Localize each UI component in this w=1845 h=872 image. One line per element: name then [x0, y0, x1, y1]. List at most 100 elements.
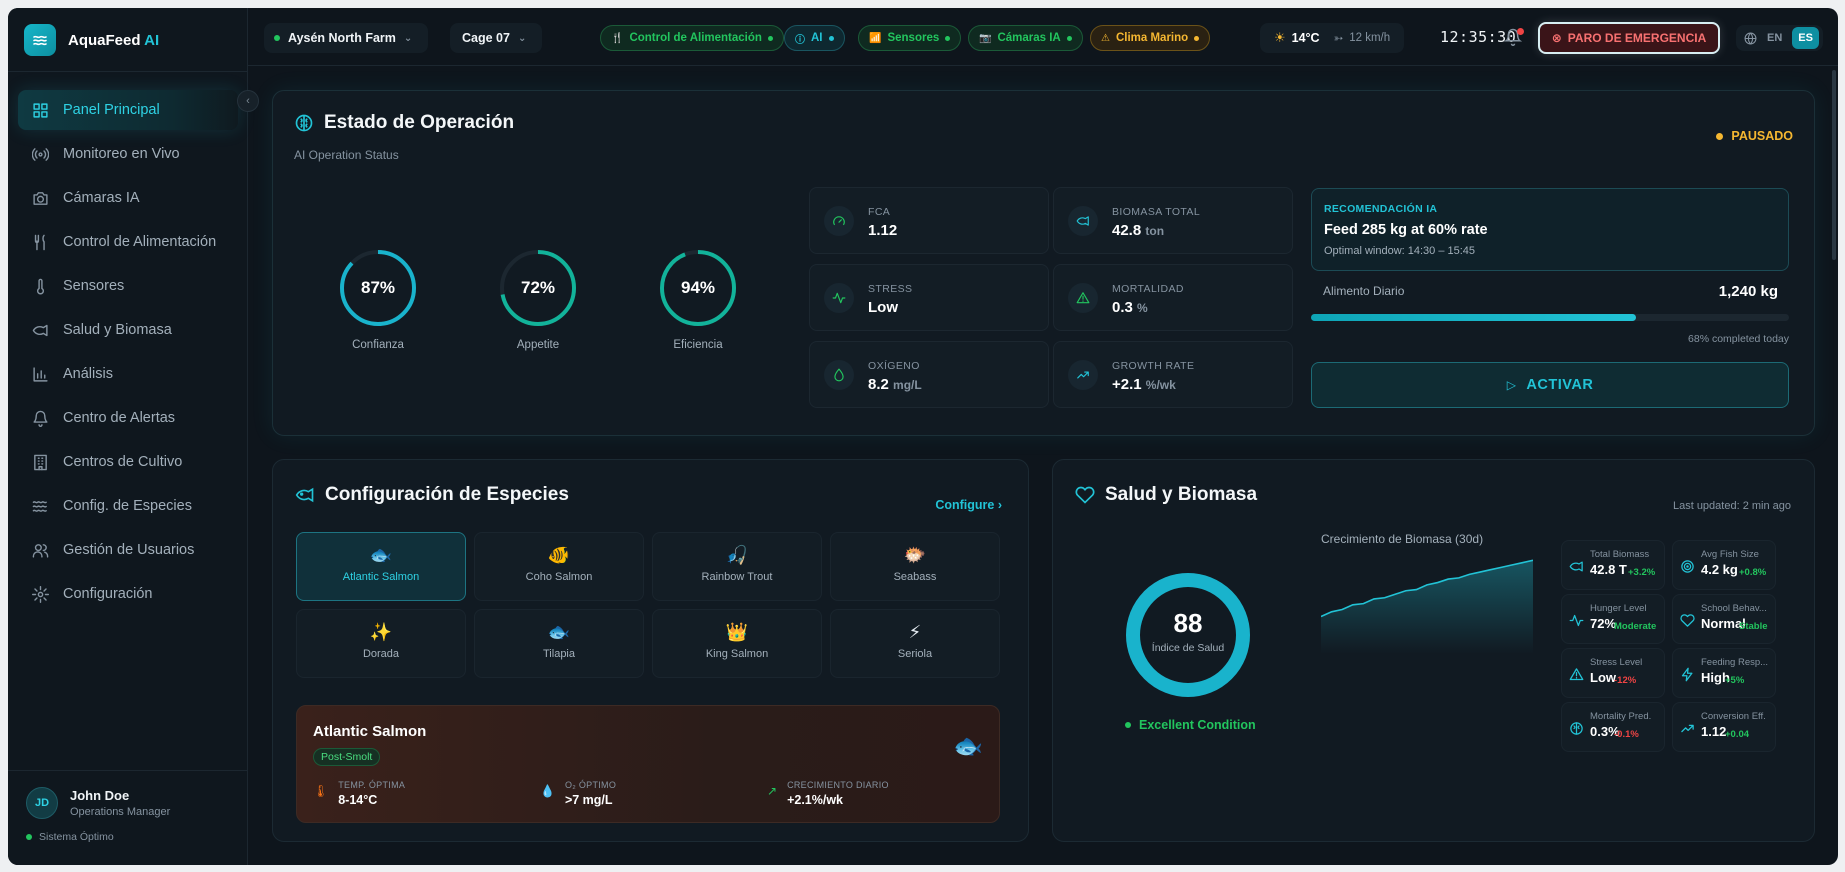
lang-es[interactable]: ES	[1792, 27, 1819, 49]
sidebar-item-panel-principal[interactable]: Panel Principal	[18, 90, 238, 130]
progress-fill	[1311, 314, 1637, 321]
health-title-text: Salud y Biomasa	[1105, 484, 1258, 505]
cage-selector[interactable]: Cage 07 ⌄	[450, 23, 542, 53]
notifications-button[interactable]	[1503, 28, 1524, 48]
sidebar-item-monitoreo-en-vivo[interactable]: Monitoreo en Vivo	[18, 134, 238, 174]
language-switcher: EN ES	[1736, 25, 1823, 51]
daily-feed-progress	[1311, 314, 1789, 321]
metric-stress: STRESS Low	[809, 264, 1049, 331]
metric-icon-wrap	[1068, 283, 1098, 313]
sidebar-item-c-maras-ia[interactable]: Cámaras IA	[18, 178, 238, 218]
health-stat-change: +0.8%	[1739, 567, 1767, 578]
warning-icon	[1076, 292, 1090, 304]
health-stat-icon-wrap	[1569, 721, 1585, 737]
species-option-dorada[interactable]: ✨ Dorada	[296, 609, 466, 678]
user-panel: JD John Doe Operations Manager Sistema Ó…	[8, 770, 248, 859]
sidebar-item-label: Análisis	[63, 366, 113, 382]
sidebar-item-control-de-alimentaci-n[interactable]: Control de Alimentación	[18, 222, 238, 262]
species-icon: 🐠	[547, 545, 571, 565]
sidebar-item-gesti-n-de-usuarios[interactable]: Gestión de Usuarios	[18, 530, 238, 570]
sidebar-item-centros-de-cultivo[interactable]: Centros de Cultivo	[18, 442, 238, 482]
species-option-tilapia[interactable]: 🐟 Tilapia	[474, 609, 644, 678]
status-text: PAUSADO	[1731, 129, 1793, 143]
sidebar-item-label: Cámaras IA	[63, 190, 140, 206]
species-option-coho-salmon[interactable]: 🐠 Coho Salmon	[474, 532, 644, 601]
metric-label: BIOMASA TOTAL	[1112, 206, 1201, 218]
recommendation-message: Feed 285 kg at 60% rate	[1324, 222, 1488, 238]
pill-icon: 🍴	[611, 32, 624, 44]
notification-badge	[1517, 28, 1524, 35]
play-icon: ▷	[1506, 378, 1517, 392]
activate-button[interactable]: ▷ ACTIVAR	[1311, 362, 1789, 408]
species-name: Seabass	[893, 571, 937, 583]
health-stat-feeding-resp: Feeding Resp... High +5%	[1672, 648, 1776, 698]
status-pill-c-maras-ia[interactable]: 📷 Cámaras IA	[968, 25, 1083, 51]
status-pill-sensores[interactable]: 📶 Sensores	[858, 25, 962, 51]
species-option-rainbow-trout[interactable]: 🎣 Rainbow Trout	[652, 532, 822, 601]
sidebar-item-an-lisis[interactable]: Análisis	[18, 354, 238, 394]
gauge-value: 94%	[680, 278, 716, 297]
pill-dot	[1194, 35, 1200, 41]
collapse-sidebar-button[interactable]: ‹	[237, 90, 259, 112]
operation-title: Estado de Operación	[294, 112, 514, 134]
species-option-king-salmon[interactable]: 👑 King Salmon	[652, 609, 822, 678]
weather-widget[interactable]: ☀ 14°C ➳ 12 km/h	[1260, 23, 1404, 53]
status-pill-clima-marino[interactable]: ⚠ Clima Marino	[1090, 25, 1211, 51]
operation-subtitle: AI Operation Status	[294, 148, 399, 162]
brain-icon	[295, 114, 313, 132]
sidebar-item-salud-y-biomasa[interactable]: Salud y Biomasa	[18, 310, 238, 350]
health-index-value: 88	[1173, 608, 1203, 638]
brand[interactable]: AquaFeed AI	[24, 24, 159, 56]
users-icon	[32, 543, 49, 558]
chevron-right-icon: ›	[997, 498, 1002, 512]
species-option-seabass[interactable]: 🐡 Seabass	[830, 532, 1000, 601]
health-stat-stress-level: Stress Level Low -12%	[1561, 648, 1665, 698]
status-dot	[1125, 722, 1131, 728]
stat-label: TEMP. ÓPTIMA	[338, 780, 406, 790]
health-stat-total-biomass: Total Biomass 42.8 T +3.2%	[1561, 540, 1665, 590]
species-option-seriola[interactable]: ⚡ Seriola	[830, 609, 1000, 678]
pill-dot	[767, 35, 773, 41]
stat-oxygen: 💧 O₂ ÓPTIMO >7 mg/L	[540, 780, 616, 807]
stat-value: >7 mg/L	[564, 793, 613, 807]
emergency-stop-button[interactable]: ⊗ PARO DE EMERGENCIA	[1538, 22, 1720, 54]
sidebar-item-configuraci-n[interactable]: Configuración	[18, 574, 238, 614]
pill-dot	[945, 35, 951, 41]
sidebar-item-label: Panel Principal	[63, 102, 160, 118]
health-stat-label: Mortality Pred.	[1590, 711, 1652, 722]
status-pill-control-de-alimentaci-n[interactable]: 🍴 Control de Alimentación	[600, 25, 784, 51]
sidebar-item-label: Salud y Biomasa	[63, 322, 172, 338]
chart-area	[1321, 560, 1533, 654]
metric-icon-wrap	[1068, 206, 1098, 236]
species-option-atlantic-salmon[interactable]: 🐟 Atlantic Salmon	[296, 532, 466, 601]
metric-value: 42.8	[1112, 222, 1142, 239]
sidebar-item-config-de-especies[interactable]: Config. de Especies	[18, 486, 238, 526]
health-stat-value: 4.2 kg	[1701, 562, 1738, 577]
health-stat-icon-wrap	[1680, 721, 1696, 737]
sidebar-item-centro-de-alertas[interactable]: Centro de Alertas	[18, 398, 238, 438]
scrollbar[interactable]	[1832, 70, 1836, 260]
metric-value-row: +2.1 %/wk	[1112, 376, 1176, 393]
fish-icon	[32, 324, 48, 336]
species-name: Tilapia	[543, 648, 575, 660]
species-detail-name: Atlantic Salmon	[313, 723, 427, 740]
cage-name: Cage 07	[462, 31, 510, 45]
status-pill-ai[interactable]: ⓘ AI	[784, 25, 845, 51]
user-profile[interactable]: JD John Doe Operations Manager	[26, 787, 230, 819]
farm-selector[interactable]: Aysén North Farm ⌄	[264, 23, 428, 53]
divider	[8, 71, 248, 72]
bar-chart-icon	[33, 366, 48, 382]
health-stat-label: Hunger Level	[1590, 603, 1647, 614]
health-stat-change: -12%	[1614, 675, 1637, 686]
lang-en[interactable]: EN	[1761, 27, 1788, 49]
sidebar-item-label: Gestión de Usuarios	[63, 542, 195, 558]
configure-link[interactable]: Configure ›	[935, 498, 1002, 512]
status-dot	[26, 834, 32, 840]
gauge-icon	[833, 216, 845, 226]
species-name: Coho Salmon	[525, 571, 593, 583]
metric-growth-rate: GROWTH RATE +2.1 %/wk	[1053, 341, 1293, 408]
sidebar-item-sensores[interactable]: Sensores	[18, 266, 238, 306]
species-title: Configuración de Especies	[295, 484, 569, 506]
recommendation-window: Optimal window: 14:30 – 15:45	[1324, 245, 1476, 257]
gauge-label: Confianza	[352, 339, 404, 351]
